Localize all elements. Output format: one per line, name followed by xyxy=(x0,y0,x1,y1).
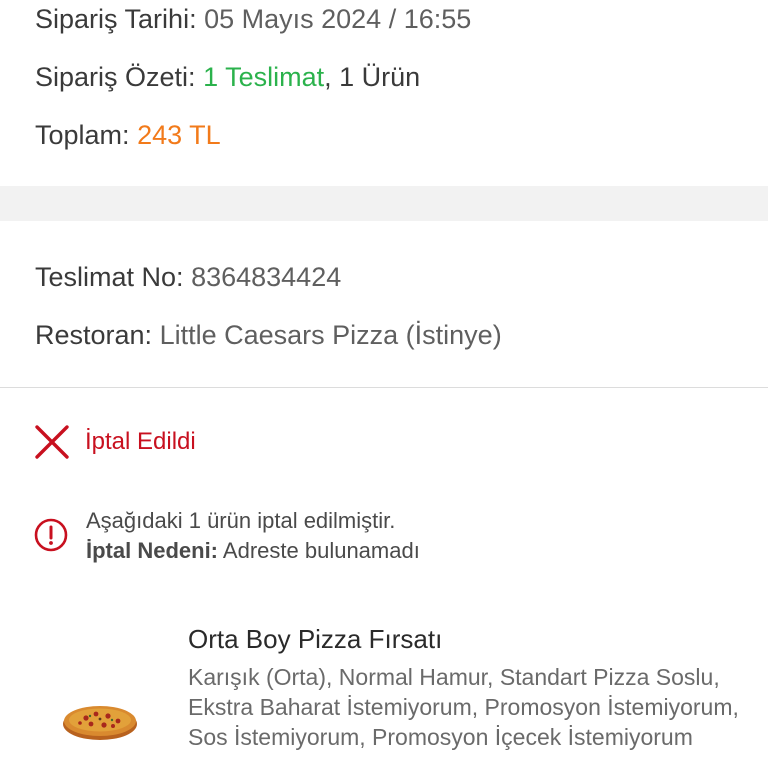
delivery-status: İptal Edildi xyxy=(34,424,196,460)
product-name: Orta Boy Pizza Fırsatı xyxy=(188,624,443,654)
order-date-row: Sipariş Tarihi: 05 Mayıs 2024 / 16:55 xyxy=(35,2,471,36)
order-total-value: 243 TL xyxy=(137,120,221,150)
order-total-label: Toplam: xyxy=(35,120,130,150)
order-date-label: Sipariş Tarihi: xyxy=(35,4,197,34)
status-text: İptal Edildi xyxy=(85,428,196,455)
restaurant-row: Restoran: Little Caesars Pizza (İstinye) xyxy=(35,318,502,352)
product-description: Karışık (Orta), Normal Hamur, Standart P… xyxy=(188,664,739,750)
order-total-row: Toplam: 243 TL xyxy=(35,118,221,152)
order-detail-page: Sipariş Tarihi: 05 Mayıs 2024 / 16:55 Si… xyxy=(0,0,768,768)
close-icon xyxy=(34,424,70,460)
cancel-reason: İptal Nedeni: Adreste bulunamadı xyxy=(86,536,420,566)
restaurant-value: Little Caesars Pizza (İstinye) xyxy=(159,320,502,350)
notice-message: Aşağıdaki 1 ürün iptal edilmiştir. xyxy=(86,508,396,533)
order-summary-delivery-link[interactable]: 1 Teslimat xyxy=(203,62,324,92)
pizza-image xyxy=(60,698,140,744)
info-icon xyxy=(34,518,68,552)
delivery-number-row: Teslimat No: 8364834424 xyxy=(35,260,341,294)
delivery-number-value: 8364834424 xyxy=(191,262,342,292)
notice-text: Aşağıdaki 1 ürün iptal edilmiştir. İptal… xyxy=(86,506,420,566)
delivery-number-label: Teslimat No: xyxy=(35,262,184,292)
order-summary-row: Sipariş Özeti: 1 Teslimat, 1 Ürün xyxy=(35,60,420,94)
cancellation-notice: Aşağıdaki 1 ürün iptal edilmiştir. İptal… xyxy=(34,506,420,566)
divider xyxy=(0,387,768,388)
cancel-reason-label: İptal Nedeni: xyxy=(86,538,219,563)
restaurant-label: Restoran: xyxy=(35,320,153,350)
cancel-reason-value: Adreste bulunamadı xyxy=(218,538,420,563)
order-date-value: 05 Mayıs 2024 / 16:55 xyxy=(204,4,472,34)
order-summary-label: Sipariş Özeti: xyxy=(35,62,196,92)
section-separator-band xyxy=(0,186,768,221)
order-summary-items: , 1 Ürün xyxy=(324,62,421,92)
